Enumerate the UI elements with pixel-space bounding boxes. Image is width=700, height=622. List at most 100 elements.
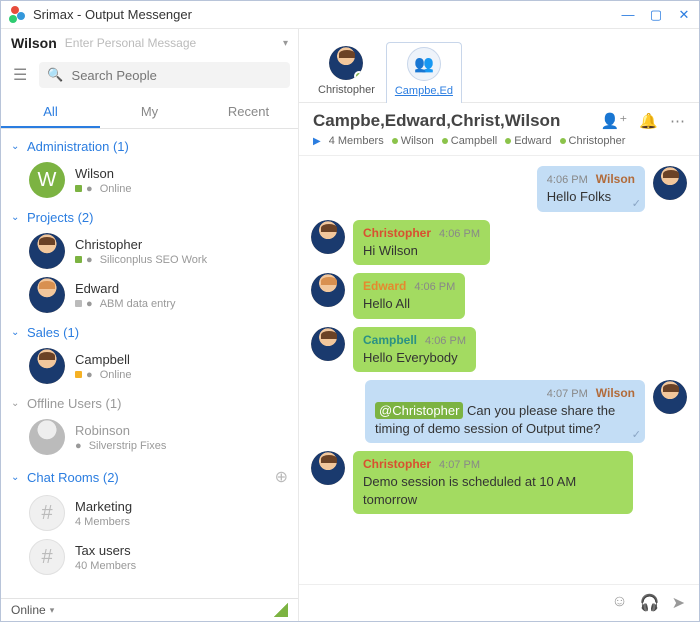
sidebar-tabs: All My Recent <box>1 97 298 129</box>
group-header-chatrooms[interactable]: ⌄ Chat Rooms (2) ⊕ <box>1 463 298 491</box>
chat-tab-label: Campbe,Ed <box>395 85 453 97</box>
current-user-row[interactable]: Wilson Enter Personal Message ▾ <box>1 29 298 57</box>
send-icon[interactable]: ➤ <box>672 593 685 613</box>
contact-robinson[interactable]: Robinson ● Silverstrip Fixes <box>1 415 298 459</box>
contact-list: ⌄ Administration (1) W Wilson ● Online ⌄… <box>1 129 298 598</box>
message-row: Christopher4:07 PMDemo session is schedu… <box>311 451 687 514</box>
minimize-icon[interactable]: — <box>621 7 635 23</box>
maximize-icon[interactable]: ▢ <box>649 7 663 23</box>
message-body: Hi Wilson <box>363 242 480 260</box>
contact-status: ● Online <box>75 369 132 381</box>
headset-icon[interactable]: 🎧 <box>640 593 660 613</box>
chat-title: Campbe,Edward,Christ,Wilson <box>313 111 601 131</box>
status-label: Online <box>11 603 46 617</box>
message-time: 4:06 PM <box>547 174 588 186</box>
resize-grip-icon[interactable] <box>274 603 288 617</box>
emoji-icon[interactable]: ☺ <box>611 593 627 613</box>
mention-tag[interactable]: @Christopher <box>375 402 463 419</box>
contact-status: ● Online <box>75 183 132 195</box>
contact-name: Edward <box>75 281 176 296</box>
menu-icon[interactable]: ☰ <box>9 61 31 89</box>
room-sub: 4 Members <box>75 516 132 528</box>
add-chatroom-icon[interactable]: ⊕ <box>275 467 288 487</box>
search-input[interactable] <box>72 68 282 83</box>
group-header-projects[interactable]: ⌄ Projects (2) <box>1 206 298 229</box>
chat-tab-group[interactable]: 👥 Campbe,Ed <box>386 42 462 103</box>
chat-tab-label: Christopher <box>318 84 375 96</box>
personal-message-input[interactable]: Enter Personal Message <box>65 36 275 50</box>
tab-recent[interactable]: Recent <box>199 97 298 128</box>
avatar <box>311 451 345 485</box>
room-tax[interactable]: # Tax users 40 Members <box>1 535 298 579</box>
message-bubble: 4:06 PMWilsonHello Folks✓ <box>537 166 645 212</box>
chevron-down-icon: ⌄ <box>11 472 21 483</box>
message-time: 4:07 PM <box>547 388 588 400</box>
group-header-offline[interactable]: ⌄ Offline Users (1) <box>1 392 298 415</box>
message-row: Campbell 4:06 PM Hello Everybody <box>311 327 687 373</box>
contact-status: ● Siliconplus SEO Work <box>75 254 207 266</box>
more-icon[interactable]: ⋯ <box>670 112 685 130</box>
add-member-icon[interactable]: 👤⁺ <box>601 112 628 130</box>
sidebar: Wilson Enter Personal Message ▾ ☰ 🔍 All … <box>1 29 299 621</box>
check-icon: ✓ <box>632 197 641 210</box>
message-row: 4:07 PMWilson@Christopher Can you please… <box>311 380 687 443</box>
play-icon[interactable]: ▶ <box>313 136 321 147</box>
chat-tabs: Christopher 👥 Campbe,Ed <box>299 29 699 103</box>
notifications-icon[interactable]: 🔔 <box>639 112 658 130</box>
search-box[interactable]: 🔍 <box>39 62 290 88</box>
message-sender: Edward <box>363 279 406 293</box>
close-icon[interactable]: ✕ <box>677 7 691 23</box>
message-body: Hello Folks <box>547 188 635 206</box>
chevron-down-icon: ▾ <box>50 605 55 616</box>
status-bar[interactable]: Online ▾ <box>1 598 298 621</box>
chevron-down-icon: ⌄ <box>11 141 21 152</box>
avatar <box>29 348 65 384</box>
room-name: Marketing <box>75 499 132 514</box>
hash-icon: # <box>29 495 65 531</box>
chevron-down-icon[interactable]: ▾ <box>283 38 288 49</box>
messages-list: 4:06 PMWilsonHello Folks✓ Christopher 4:06… <box>299 156 699 584</box>
avatar <box>653 380 687 414</box>
presence-dot-icon <box>354 71 363 80</box>
contact-christopher[interactable]: Christopher ● Siliconplus SEO Work <box>1 229 298 273</box>
current-user-name: Wilson <box>11 35 57 51</box>
message-time: 4:06 PM <box>414 281 455 293</box>
contact-status: ● ABM data entry <box>75 298 176 310</box>
message-body: Hello All <box>363 295 455 313</box>
avatar <box>311 220 345 254</box>
avatar <box>329 46 363 80</box>
tab-my[interactable]: My <box>100 97 199 128</box>
chat-tab-christopher[interactable]: Christopher <box>309 41 384 102</box>
message-bubble: Edward 4:06 PM Hello All <box>353 273 465 319</box>
member-tag: Edward <box>505 135 551 147</box>
message-sender: Christopher <box>363 226 431 240</box>
contact-campbell[interactable]: Campbell ● Online <box>1 344 298 388</box>
search-icon: 🔍 <box>47 67 63 83</box>
avatar <box>29 419 65 455</box>
message-sender: Campbell <box>363 333 417 347</box>
contact-name: Christopher <box>75 237 207 252</box>
group-header-sales[interactable]: ⌄ Sales (1) <box>1 321 298 344</box>
tab-all[interactable]: All <box>1 97 100 128</box>
avatar: W <box>29 162 65 198</box>
group-header-administration[interactable]: ⌄ Administration (1) <box>1 135 298 158</box>
app-title: Srimax - Output Messenger <box>33 7 192 22</box>
titlebar: Srimax - Output Messenger — ▢ ✕ <box>1 1 699 29</box>
check-icon: ✓ <box>632 428 641 441</box>
message-bubble: 4:07 PMWilson@Christopher Can you please… <box>365 380 645 443</box>
message-time: 4:06 PM <box>425 335 466 347</box>
room-marketing[interactable]: # Marketing 4 Members <box>1 491 298 535</box>
room-sub: 40 Members <box>75 560 136 572</box>
contact-name: Campbell <box>75 352 132 367</box>
member-tag: Christopher <box>560 135 626 147</box>
avatar <box>29 277 65 313</box>
message-body: @Christopher Can you please share the ti… <box>375 402 635 437</box>
chat-members-row: ▶ 4 Members Wilson Campbell Edward Chris… <box>313 135 685 147</box>
contact-edward[interactable]: Edward ● ABM data entry <box>1 273 298 317</box>
message-time: 4:07 PM <box>439 459 480 471</box>
contact-wilson[interactable]: W Wilson ● Online <box>1 158 298 202</box>
message-body: Hello Everybody <box>363 349 466 367</box>
avatar <box>29 233 65 269</box>
chevron-down-icon: ⌄ <box>11 212 21 223</box>
chevron-down-icon: ⌄ <box>11 398 21 409</box>
